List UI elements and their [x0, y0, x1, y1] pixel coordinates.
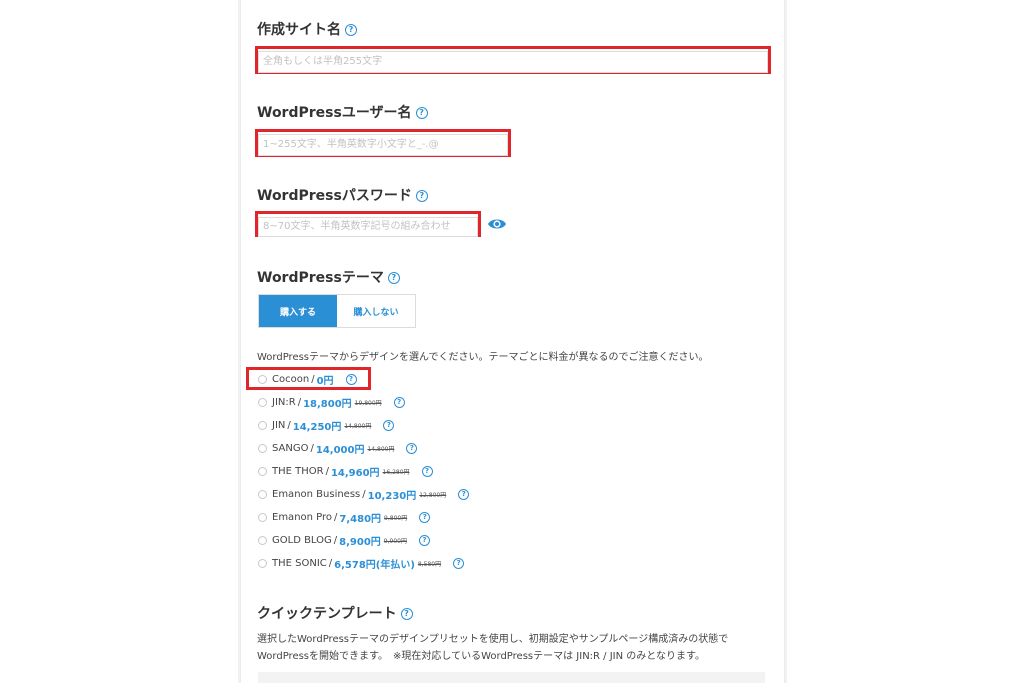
theme-name: JIN:R — [272, 396, 296, 408]
wp-user-input[interactable] — [258, 133, 508, 156]
theme-description: WordPressテーマからデザインを選んでください。テーマごとに料金が異なるの… — [257, 352, 709, 363]
theme-price: 14,250円 — [292, 421, 342, 433]
buy-theme-button[interactable]: 購入する — [259, 295, 337, 327]
no-buy-theme-button[interactable]: 購入しない — [337, 295, 415, 327]
help-icon[interactable]: ? — [393, 396, 405, 408]
wp-theme-title: WordPressテーマ? — [257, 267, 400, 287]
theme-radio[interactable] — [258, 420, 267, 430]
theme-option-row[interactable]: JIN/14,250円 14,800円? — [258, 417, 395, 433]
theme-name: THE SONIC — [272, 557, 327, 569]
eye-icon[interactable] — [487, 216, 507, 232]
help-icon[interactable]: ? — [421, 465, 433, 477]
wp-password-label: WordPressパスワード — [257, 188, 412, 204]
theme-price: 7,480円 — [339, 513, 382, 525]
theme-old-price: 14,800円 — [367, 445, 395, 453]
theme-name: GOLD BLOG — [272, 534, 332, 546]
quick-template-title: クイックテンプレート? — [257, 603, 413, 623]
help-icon[interactable]: ? — [406, 442, 418, 454]
price-separator: / — [328, 557, 333, 569]
theme-option-row[interactable]: GOLD BLOG/8,900円 9,900円? — [258, 532, 430, 548]
theme-name: THE THOR — [272, 465, 324, 477]
theme-price: 8,900円 — [339, 536, 381, 548]
theme-option-row[interactable]: Emanon Pro/7,480円 9,800円? — [258, 509, 431, 525]
wp-user-label: WordPressユーザー名 — [257, 105, 412, 121]
wp-password-input[interactable] — [258, 216, 478, 237]
theme-old-price: 14,800円 — [344, 422, 372, 430]
price-separator: / — [287, 419, 291, 431]
wp-password-title: WordPressパスワード? — [257, 185, 428, 205]
theme-option-row[interactable]: THE SONIC/6,578円(年払い) 8,580円? — [258, 555, 465, 571]
theme-price: 14,960円 — [330, 467, 380, 479]
help-icon[interactable]: ? — [458, 488, 470, 500]
theme-radio[interactable] — [258, 558, 267, 568]
theme-radio[interactable] — [258, 443, 267, 453]
theme-radio[interactable] — [258, 466, 267, 476]
price-separator: / — [362, 488, 366, 500]
theme-radio[interactable] — [258, 512, 267, 522]
theme-old-price: 8,580円 — [417, 560, 442, 568]
site-name-input-highlight — [255, 46, 771, 74]
wp-user-title: WordPressユーザー名? — [257, 102, 428, 122]
theme-name: SANGO — [272, 442, 309, 454]
theme-name: Emanon Pro — [272, 511, 333, 523]
price-separator: / — [333, 534, 338, 546]
theme-price: 14,000円 — [315, 444, 365, 456]
site-name-label: 作成サイト名 — [257, 22, 341, 38]
wp-theme-label: WordPressテーマ — [257, 270, 384, 286]
help-icon[interactable]: ? — [415, 107, 428, 119]
theme-price: 18,800円 — [303, 398, 352, 410]
quick-template-area — [258, 672, 765, 683]
theme-radio[interactable] — [258, 489, 267, 499]
quick-template-description: 選択したWordPressテーマのデザインプリセットを使用し、初期設定やサンプル… — [257, 634, 729, 662]
help-icon[interactable]: ? — [453, 557, 465, 569]
theme-old-price: 19,800円 — [354, 399, 382, 407]
theme-price: 10,230円 — [367, 490, 417, 502]
cocoon-highlight — [246, 367, 371, 390]
price-separator: / — [325, 465, 329, 477]
price-separator: / — [334, 511, 338, 523]
help-icon[interactable]: ? — [419, 511, 431, 523]
theme-radio[interactable] — [258, 397, 267, 407]
help-icon[interactable]: ? — [415, 190, 428, 202]
help-icon[interactable]: ? — [400, 608, 413, 620]
theme-price: 6,578円(年払い) — [334, 559, 415, 571]
help-icon[interactable]: ? — [387, 272, 400, 284]
help-icon[interactable]: ? — [418, 534, 430, 546]
theme-option-row[interactable]: SANGO/14,000円 14,800円? — [258, 440, 418, 456]
wp-password-input-highlight — [255, 211, 481, 237]
quick-template-label: クイックテンプレート — [257, 606, 397, 622]
theme-name: JIN — [272, 419, 286, 431]
theme-name: Emanon Business — [272, 488, 361, 500]
theme-option-row[interactable]: THE THOR/14,960円 16,280円? — [258, 463, 433, 479]
theme-option-row[interactable]: JIN:R/18,800円 19,800円? — [258, 394, 405, 410]
help-icon[interactable]: ? — [345, 24, 357, 36]
site-name-title: 作成サイト名? — [257, 19, 357, 39]
theme-radio[interactable] — [258, 535, 267, 545]
theme-purchase-toggle: 購入する 購入しない — [258, 294, 416, 328]
theme-old-price: 12,800円 — [419, 491, 447, 499]
theme-old-price: 16,280円 — [382, 468, 410, 476]
wp-user-input-highlight — [255, 129, 511, 157]
theme-old-price: 9,800円 — [384, 514, 408, 522]
price-separator: / — [310, 442, 314, 454]
price-separator: / — [297, 396, 302, 408]
site-name-input[interactable] — [258, 50, 768, 73]
help-icon[interactable]: ? — [383, 419, 395, 431]
theme-old-price: 9,900円 — [383, 537, 407, 545]
theme-option-row[interactable]: Emanon Business/10,230円 12,800円? — [258, 486, 470, 502]
